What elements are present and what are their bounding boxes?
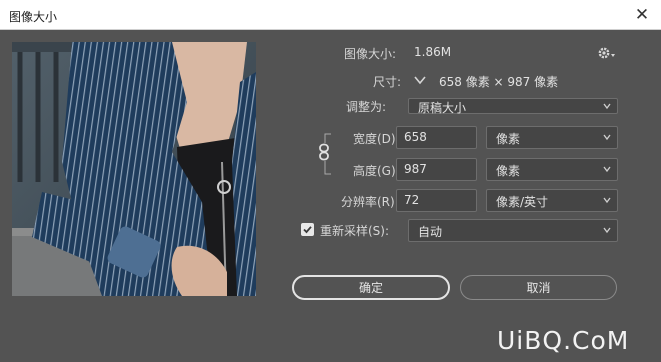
resample-method-value: 自动 bbox=[418, 225, 443, 239]
width-input[interactable]: 658 bbox=[396, 126, 477, 149]
fit-to-dropdown[interactable]: 原稿大小 bbox=[408, 98, 618, 115]
resample-method-dropdown[interactable]: 自动 bbox=[408, 219, 618, 242]
resample-label: 重新采样(S): bbox=[320, 224, 390, 238]
close-button[interactable]: ✕ bbox=[629, 3, 655, 27]
chevron-down-icon bbox=[603, 134, 611, 141]
height-input[interactable]: 987 bbox=[396, 158, 477, 181]
image-size-value: 1.86M bbox=[414, 45, 452, 59]
width-unit-value: 像素 bbox=[496, 132, 521, 146]
height-value: 987 bbox=[404, 162, 427, 176]
fit-to-label: 调整为: bbox=[346, 100, 387, 114]
resample-checkbox[interactable] bbox=[301, 223, 314, 236]
chevron-down-icon bbox=[414, 76, 426, 85]
fit-to-value: 原稿大小 bbox=[418, 101, 467, 115]
preview-photo bbox=[12, 42, 256, 296]
chain-link-icon bbox=[319, 143, 329, 161]
image-size-label: 图像大小: bbox=[344, 47, 397, 61]
cancel-button-label: 取消 bbox=[526, 281, 551, 295]
image-preview[interactable] bbox=[12, 42, 256, 296]
resolution-unit-value: 像素/英寸 bbox=[496, 195, 549, 209]
settings-menu-button[interactable] bbox=[597, 45, 617, 61]
width-unit-dropdown[interactable]: 像素 bbox=[486, 126, 618, 149]
resolution-unit-dropdown[interactable]: 像素/英寸 bbox=[486, 189, 618, 212]
width-label: 宽度(D): bbox=[353, 132, 400, 146]
site-watermark: UiBQ.CoM bbox=[497, 326, 630, 355]
dimensions-value: 658 像素 × 987 像素 bbox=[439, 75, 559, 89]
height-unit-dropdown[interactable]: 像素 bbox=[486, 158, 618, 181]
height-label: 高度(G): bbox=[353, 164, 400, 178]
chevron-down-icon bbox=[603, 227, 611, 234]
ok-button-label: 确定 bbox=[358, 281, 383, 295]
checkmark-icon bbox=[303, 226, 312, 234]
window-title: 图像大小 bbox=[9, 10, 58, 24]
height-unit-value: 像素 bbox=[496, 164, 521, 178]
dimensions-units-toggle[interactable] bbox=[412, 73, 428, 87]
resolution-label: 分辨率(R): bbox=[341, 195, 399, 209]
cancel-button[interactable]: 取消 bbox=[460, 275, 617, 300]
close-icon: ✕ bbox=[634, 5, 650, 25]
constrain-proportions-toggle[interactable] bbox=[316, 143, 332, 161]
title-bar: 图像大小 ✕ bbox=[0, 0, 661, 30]
resolution-value: 72 bbox=[404, 193, 420, 207]
dimensions-label: 尺寸: bbox=[373, 75, 402, 89]
width-value: 658 bbox=[404, 130, 427, 144]
resolution-input[interactable]: 72 bbox=[396, 189, 477, 212]
chevron-down-icon bbox=[603, 103, 611, 110]
gear-icon bbox=[598, 47, 615, 59]
ok-button[interactable]: 确定 bbox=[292, 275, 450, 300]
chevron-down-icon bbox=[603, 166, 611, 173]
chevron-down-icon bbox=[603, 197, 611, 204]
